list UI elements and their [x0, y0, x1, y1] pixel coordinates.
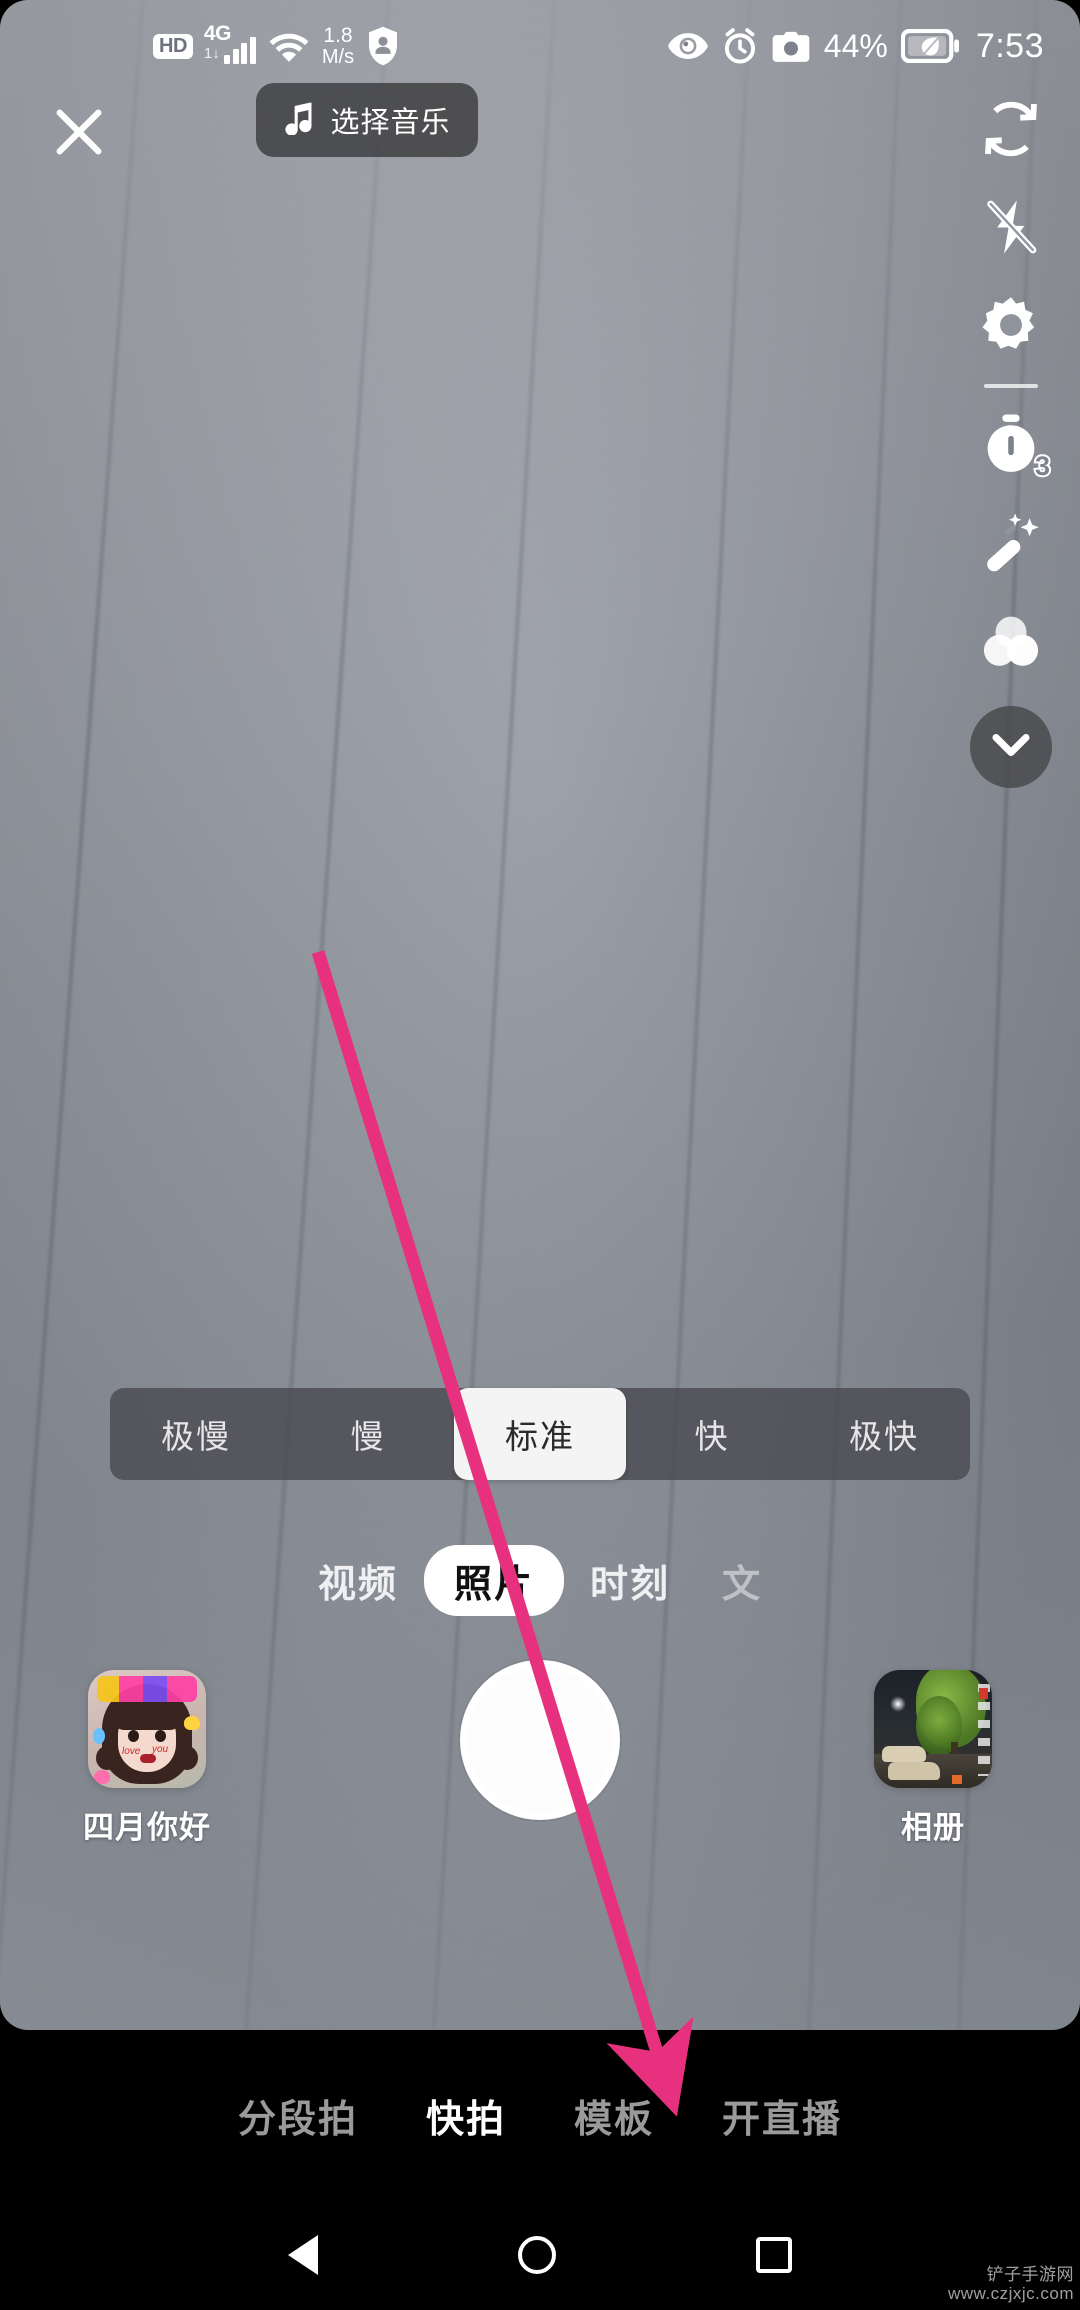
camera-tools-column: 3	[956, 82, 1066, 788]
select-music-button[interactable]: 选择音乐	[256, 83, 478, 157]
speed-option-slow[interactable]: 慢	[282, 1388, 454, 1480]
nav-item-segment-record[interactable]: 分段拍	[204, 2088, 392, 2143]
wifi-icon	[267, 28, 311, 64]
battery-saver-icon	[900, 29, 959, 63]
mode-tab-moment[interactable]: 时刻	[564, 1553, 696, 1608]
speed-selector[interactable]: 极慢 慢 标准 快 极快	[110, 1388, 970, 1480]
effect-thumbnail: love you	[88, 1670, 206, 1788]
gallery-button[interactable]: 相册	[818, 1670, 1048, 1847]
mode-tab-video[interactable]: 视频	[292, 1553, 424, 1608]
tools-divider	[984, 384, 1038, 388]
gallery-thumbnail	[874, 1670, 992, 1788]
nav-item-quick-shot[interactable]: 快拍	[392, 2088, 540, 2143]
magic-wand-icon	[979, 512, 1043, 579]
mode-tab-photo[interactable]: 照片	[423, 1544, 564, 1616]
bottom-capture-nav[interactable]: 分段拍 快拍 模板 开直播	[0, 2030, 1080, 2200]
signal-4g-icon: 4G 1↓	[203, 22, 256, 68]
recents-icon[interactable]	[756, 2237, 792, 2273]
chevron-down-icon	[991, 732, 1031, 763]
net-speed: 1.8 M/s	[321, 24, 355, 68]
capture-controls-row: love you 四月你好 相册	[0, 1660, 1080, 1960]
status-bar-left: HD 4G 1↓ 1.8 M/s	[153, 0, 401, 92]
shutter-button[interactable]	[460, 1660, 620, 1820]
close-icon	[50, 103, 108, 166]
flip-camera-icon	[978, 98, 1044, 165]
watermark: 铲子手游网 www.czjxjc.com	[947, 2264, 1074, 2304]
speed-option-fast[interactable]: 快	[626, 1388, 798, 1480]
speed-option-standard[interactable]: 标准	[454, 1388, 626, 1480]
shield-person-icon	[365, 25, 401, 67]
music-note-icon	[283, 101, 316, 140]
flip-camera-button[interactable]	[956, 82, 1066, 180]
clock: 7:53	[975, 26, 1044, 65]
uplink-arrow: 1↓	[203, 45, 220, 62]
home-icon[interactable]	[518, 2236, 556, 2274]
filters-icon	[979, 611, 1043, 676]
speed-option-very-slow[interactable]: 极慢	[110, 1388, 282, 1480]
alarm-icon	[722, 27, 758, 65]
beautify-button[interactable]	[956, 496, 1066, 594]
close-button[interactable]	[33, 88, 125, 180]
back-icon[interactable]	[288, 2235, 318, 2275]
nav-item-go-live[interactable]: 开直播	[688, 2088, 876, 2143]
phone-screen: HD 4G 1↓ 1.8 M/s 44% 7:53 选择音乐 3 极慢 慢 标准…	[0, 0, 1080, 2310]
android-system-nav[interactable]	[0, 2200, 1080, 2310]
timer-icon	[980, 412, 1042, 483]
status-bar: HD 4G 1↓ 1.8 M/s 44% 7:53	[0, 0, 1080, 92]
status-bar-right: 44% 7:53	[667, 0, 1044, 92]
battery-percent: 44%	[823, 27, 888, 64]
collapse-tools-button[interactable]	[970, 706, 1052, 788]
gallery-label: 相册	[901, 1810, 965, 1845]
flash-off-icon	[979, 195, 1043, 264]
gear-icon	[979, 293, 1043, 362]
nav-item-template[interactable]: 模板	[540, 2088, 688, 2143]
effect-button[interactable]: love you 四月你好	[32, 1670, 262, 1847]
hd-badge: HD	[153, 33, 193, 59]
camera-icon	[771, 30, 811, 62]
signal-bars	[224, 37, 256, 64]
flash-off-button[interactable]	[956, 180, 1066, 278]
timer-button[interactable]: 3	[956, 398, 1066, 496]
filters-button[interactable]	[956, 594, 1066, 692]
timer-count-badge: 3	[1033, 449, 1052, 483]
mode-tab-text[interactable]: 文	[696, 1553, 788, 1608]
eye-comfort-icon	[667, 31, 709, 61]
effect-label: 四月你好	[83, 1810, 211, 1845]
select-music-label: 选择音乐	[330, 107, 451, 139]
capture-mode-tabs[interactable]: 视频 照片 时刻 文	[0, 1528, 1080, 1632]
settings-button[interactable]	[956, 278, 1066, 376]
speed-option-very-fast[interactable]: 极快	[798, 1388, 970, 1480]
